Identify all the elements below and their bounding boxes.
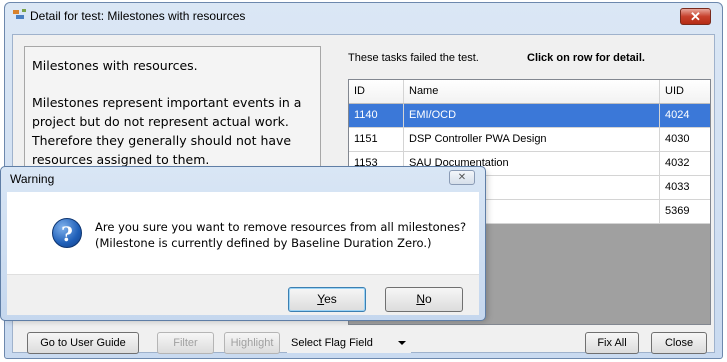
failed-tasks-label: These tasks failed the test. [348, 52, 479, 64]
cell-id: 1151 [349, 128, 404, 151]
cell-uid: 4033 [665, 181, 690, 193]
cell-name: EMI/OCD [404, 104, 660, 127]
filter-button[interactable]: Filter [157, 332, 214, 354]
no-button[interactable]: No [385, 287, 463, 312]
cell-uid: 4032 [665, 157, 690, 169]
dialog-message-detail: (Milestone is currently defined by Basel… [95, 236, 432, 250]
flag-field-value: Select Flag Field [291, 337, 373, 349]
table-row[interactable]: 1140 EMI/OCD 4024 [349, 104, 710, 128]
cell-uid: 4024 [665, 109, 690, 121]
no-accelerator: N [416, 292, 425, 306]
column-header-id[interactable]: ID [349, 80, 404, 103]
yes-button[interactable]: Yes [288, 287, 366, 312]
cell-id: 1140 [349, 104, 404, 127]
cell-uid: 4030 [665, 133, 690, 145]
yes-label: es [324, 292, 337, 306]
column-header-uid[interactable]: UID [660, 80, 710, 103]
cell-name: DSP Controller PWA Design [404, 128, 660, 151]
click-hint-label: Click on row for detail. [527, 52, 645, 64]
grid-header-row: ID Name UID [349, 80, 710, 104]
fix-all-button[interactable]: Fix All [585, 332, 639, 354]
chevron-down-icon [398, 341, 406, 345]
window-close-button[interactable]: ✕ [680, 8, 711, 25]
cell-uid: 5369 [665, 205, 690, 217]
table-row[interactable]: 1151 DSP Controller PWA Design 4030 [349, 128, 710, 152]
app-icon [13, 9, 26, 19]
no-label: o [424, 292, 432, 306]
close-icon: ✕ [690, 9, 701, 24]
test-description: Milestones represent important events in… [32, 95, 302, 167]
dialog-message: Are you sure you want to remove resource… [95, 220, 467, 234]
go-to-user-guide-button[interactable]: Go to User Guide [27, 332, 139, 354]
window-title: Detail for test: Milestones with resourc… [30, 9, 246, 23]
dialog-close-button[interactable]: ✕ [449, 170, 475, 185]
highlight-button[interactable]: Highlight [224, 332, 280, 354]
dialog-title: Warning [10, 172, 55, 186]
close-icon: ✕ [457, 172, 467, 183]
test-title: Milestones with resources. [32, 58, 198, 73]
column-header-name[interactable]: Name [404, 80, 660, 103]
close-button[interactable]: Close [651, 332, 707, 354]
question-icon: ? [52, 218, 82, 248]
flag-field-select[interactable]: Select Flag Field [287, 333, 411, 353]
